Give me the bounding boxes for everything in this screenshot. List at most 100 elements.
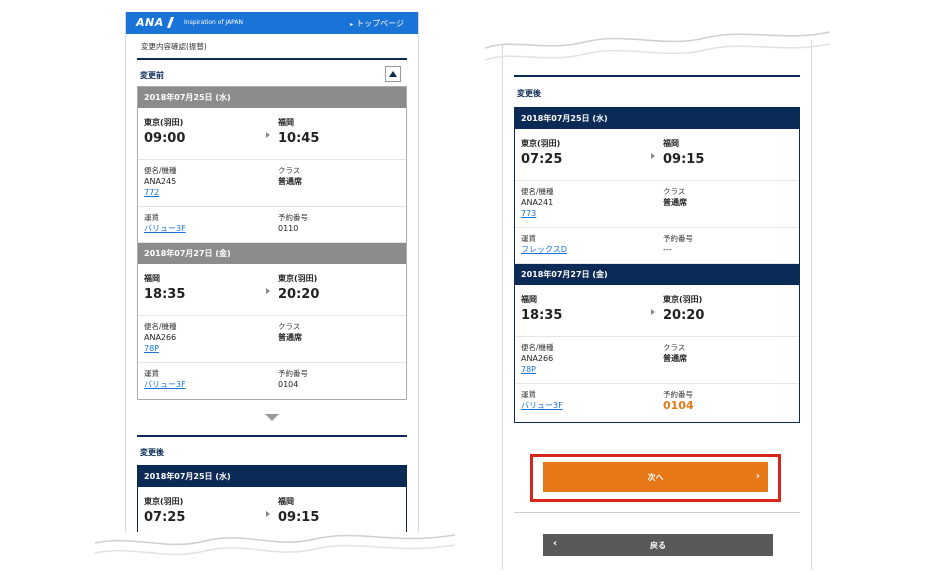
- class-label: クラス: [663, 343, 686, 352]
- class-label: クラス: [278, 166, 301, 175]
- after-flights: 2018年07月25日 (水) 東京(羽田) 07:25 福岡 09:15 便名…: [514, 107, 800, 423]
- section-title: 変更後: [140, 448, 164, 457]
- fare-link[interactable]: バリュー3F: [521, 400, 563, 411]
- arrival-time: 20:20: [663, 308, 705, 323]
- fare-cell: 運賃 フレックスD: [515, 228, 657, 263]
- flight-number: ANA266: [521, 354, 554, 363]
- departure: 福岡 18:35: [515, 285, 657, 336]
- fare-row: 運賃 バリュー3F 予約番号 0110: [138, 207, 406, 243]
- departure-time: 07:25: [521, 152, 563, 167]
- departure-time: 18:35: [521, 308, 563, 323]
- fare-row: 運賃 バリュー3F 予約番号 0104: [138, 363, 406, 399]
- flight-info-row: 便名/機種 ANA266 78P クラス 普通席: [138, 316, 406, 363]
- arrival-time: 09:15: [278, 510, 320, 525]
- chevron-right-icon: ›: [755, 471, 760, 482]
- fare-cell: 運賃 バリュー3F: [515, 384, 657, 422]
- arrival: 福岡 09:15: [272, 487, 406, 532]
- arrival: 東京(羽田) 20:20: [657, 285, 799, 336]
- next-button[interactable]: 次へ ›: [543, 462, 768, 492]
- section-title: 変更前: [140, 71, 164, 80]
- chevron-down-icon: [265, 414, 279, 421]
- booking-number: ---: [663, 245, 672, 254]
- arrival: 福岡 09:15: [657, 129, 799, 180]
- flight-date-bar: 2018年07月25日 (水): [138, 466, 406, 487]
- fare-row: 運賃 フレックスD 予約番号 ---: [515, 228, 799, 264]
- departure: 東京(羽田) 07:25: [138, 487, 272, 532]
- route-row: 福岡 18:35 東京(羽田) 20:20: [138, 264, 406, 316]
- arrival-time: 20:20: [278, 287, 320, 302]
- flight-label: 便名/機種: [144, 322, 177, 331]
- top-page-link-label: トップページ: [356, 19, 404, 28]
- flight-cell: 便名/機種 ANA241 773: [515, 181, 657, 227]
- flight-info-row: 便名/機種 ANA241 773 クラス 普通席: [515, 181, 799, 228]
- aircraft-link[interactable]: 78P: [144, 343, 159, 354]
- chevron-right-icon: ▸: [350, 21, 354, 28]
- departure-airport: 東京(羽田): [144, 497, 184, 506]
- class-cell: クラス 普通席: [657, 337, 799, 383]
- arrival-airport: 東京(羽田): [278, 274, 318, 283]
- logo-stripe-icon: [166, 17, 182, 28]
- fare-link[interactable]: フレックスD: [521, 244, 567, 255]
- class-label: クラス: [278, 322, 301, 331]
- flight-number: ANA245: [144, 177, 177, 186]
- aircraft-link[interactable]: 78P: [521, 364, 536, 375]
- site-header: ANA Inspiration of JAPAN ▸ トップページ: [126, 12, 418, 34]
- flight-label: 便名/機種: [521, 343, 554, 352]
- fare-link[interactable]: バリュー3F: [144, 379, 186, 390]
- before-flights: 2018年07月25日 (水) 東京(羽田) 09:00 福岡 10:45 便名…: [137, 86, 407, 400]
- top-spacer: [503, 40, 811, 75]
- fare-label: 運賃: [521, 390, 536, 399]
- route-row: 福岡 18:35 東京(羽田) 20:20: [515, 285, 799, 337]
- route-row: 東京(羽田) 07:25 福岡 09:15: [515, 129, 799, 181]
- booking-label: 予約番号: [663, 234, 693, 243]
- divider: [514, 512, 800, 513]
- route-row: 東京(羽田) 07:25 福岡 09:15: [138, 487, 406, 532]
- fare-cell: 運賃 バリュー3F: [138, 363, 272, 399]
- ana-logo[interactable]: ANA: [136, 16, 164, 29]
- flight-cell: 便名/機種 ANA245 772: [138, 160, 272, 206]
- flight-date-bar: 2018年07月25日 (水): [515, 108, 799, 129]
- class-value: 普通席: [663, 198, 687, 207]
- flight-info-row: 便名/機種 ANA245 772 クラス 普通席: [138, 160, 406, 207]
- fare-label: 運賃: [144, 213, 159, 222]
- aircraft-link[interactable]: 772: [144, 187, 159, 198]
- booking-cell: 予約番号 ---: [657, 228, 799, 263]
- arrow-right-icon: [266, 511, 270, 517]
- booking-number: 0110: [278, 224, 299, 233]
- fare-label: 運賃: [144, 369, 159, 378]
- left-phone-screen: ANA Inspiration of JAPAN ▸ トップページ 変更内容確認(…: [125, 12, 419, 532]
- back-button-label: 戻る: [650, 540, 666, 550]
- fare-row: 運賃 バリュー3F 予約番号 0104: [515, 384, 799, 422]
- collapse-button[interactable]: [385, 66, 401, 82]
- arrival-time: 10:45: [278, 131, 320, 146]
- next-button-label: 次へ: [647, 472, 664, 482]
- aircraft-link[interactable]: 773: [521, 208, 536, 219]
- flight-label: 便名/機種: [144, 166, 177, 175]
- arrival: 東京(羽田) 20:20: [272, 264, 406, 315]
- arrival-airport: 福岡: [278, 118, 294, 127]
- arrow-right-icon: [266, 132, 270, 138]
- flight-cell: 便名/機種 ANA266 78P: [515, 337, 657, 383]
- back-button[interactable]: ‹ 戻る: [543, 534, 773, 556]
- departure-airport: 東京(羽田): [144, 118, 184, 127]
- departure-time: 09:00: [144, 131, 186, 146]
- before-section-header: 変更前: [137, 58, 407, 86]
- after-section-header: 変更後: [514, 75, 800, 107]
- departure: 東京(羽田) 07:25: [515, 129, 657, 180]
- booking-number: 0104: [278, 380, 299, 389]
- top-page-link[interactable]: ▸ トップページ: [350, 18, 404, 29]
- booking-label: 予約番号: [278, 369, 308, 378]
- booking-cell: 予約番号 0104: [657, 384, 799, 422]
- section-title: 変更後: [517, 89, 541, 98]
- flight-number: ANA266: [144, 333, 177, 342]
- fare-link[interactable]: バリュー3F: [144, 223, 186, 234]
- flight-date-bar: 2018年07月27日 (金): [138, 243, 406, 264]
- class-cell: クラス 普通席: [272, 160, 406, 206]
- arrival-airport: 福岡: [278, 497, 294, 506]
- arrival: 福岡 10:45: [272, 108, 406, 159]
- flight-date-bar: 2018年07月27日 (金): [515, 264, 799, 285]
- flight-date-bar: 2018年07月25日 (水): [138, 87, 406, 108]
- departure-airport: 福岡: [144, 274, 160, 283]
- arrow-right-icon: [266, 288, 270, 294]
- class-value: 普通席: [278, 177, 302, 186]
